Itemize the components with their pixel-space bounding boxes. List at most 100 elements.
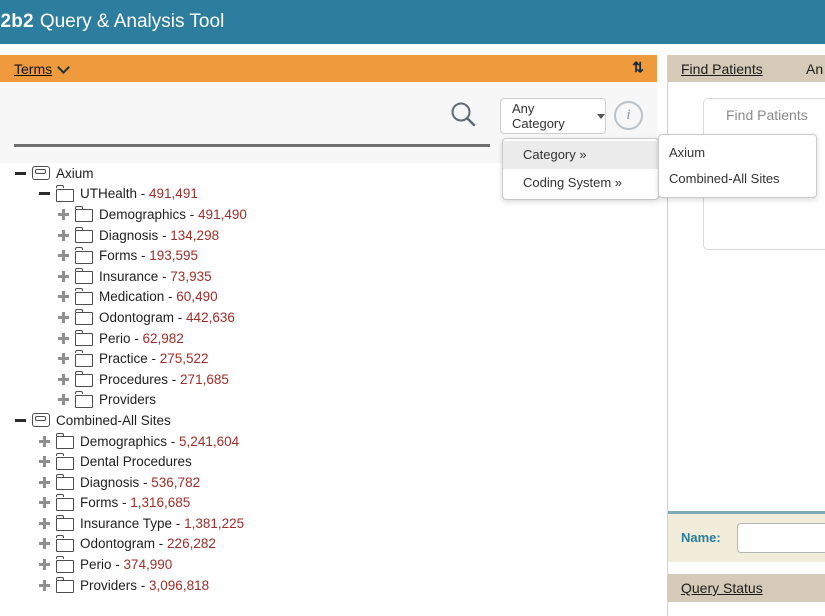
tree-item-forms[interactable]: Forms - 193,595 xyxy=(0,245,657,266)
tab-find-patients[interactable]: Find Patients xyxy=(726,107,825,123)
menu-item-category[interactable]: Category » xyxy=(503,141,658,169)
tree-item-count: 3,096,818 xyxy=(149,578,209,593)
expand-icon[interactable] xyxy=(57,352,70,365)
tree-item-count: 491,491 xyxy=(149,186,198,201)
tree-item-providers[interactable]: Providers - 3,096,818 xyxy=(0,575,657,596)
tree-item-odontogram[interactable]: Odontogram - 442,636 xyxy=(0,307,657,328)
tree-item-label: Procedures - xyxy=(99,372,180,387)
tree-item-label: Demographics - xyxy=(99,207,198,222)
tree-item-label: Combined-All Sites xyxy=(56,413,171,428)
tree-item-label: Medication - xyxy=(99,289,176,304)
chevron-down-icon xyxy=(57,61,70,74)
tree-item-practice[interactable]: Practice - 275,522 xyxy=(0,348,657,369)
folder-icon xyxy=(75,395,93,408)
query-status-link[interactable]: Query Status xyxy=(681,580,763,596)
tree-item-count: 491,490 xyxy=(198,207,247,222)
terms-menu-link[interactable]: Terms xyxy=(14,61,52,77)
menu-item-coding-system[interactable]: Coding System » xyxy=(503,169,658,197)
collapse-icon[interactable] xyxy=(14,167,27,180)
folder-icon xyxy=(56,457,74,470)
tree-item-count: 442,636 xyxy=(186,310,235,325)
expand-icon[interactable] xyxy=(38,517,51,530)
info-icon[interactable]: i xyxy=(614,101,643,130)
folder-icon xyxy=(56,498,74,511)
tree-item-demographics[interactable]: Demographics - 5,241,604 xyxy=(0,431,657,452)
search-input[interactable] xyxy=(14,102,448,144)
tree-item-count: 134,298 xyxy=(170,228,219,243)
tree-item-forms[interactable]: Forms - 1,316,685 xyxy=(0,493,657,514)
tree-item-dental-procedures[interactable]: Dental Procedures xyxy=(0,451,657,472)
submenu-item-combined-all-sites[interactable]: Combined-All Sites xyxy=(659,166,816,192)
tree-item-medication[interactable]: Medication - 60,490 xyxy=(0,287,657,308)
folder-icon xyxy=(56,560,74,573)
folder-icon xyxy=(75,354,93,367)
tree-item-providers[interactable]: Providers xyxy=(0,390,657,411)
expand-icon[interactable] xyxy=(57,290,70,303)
tree-item-count: 1,381,225 xyxy=(184,516,244,531)
tree-item-count: 271,685 xyxy=(180,372,229,387)
tree-item-demographics[interactable]: Demographics - 491,490 xyxy=(0,204,657,225)
tree-item-label: Axium xyxy=(56,166,94,181)
expand-icon[interactable] xyxy=(57,270,70,283)
tree-item-insurance-type[interactable]: Insurance Type - 1,381,225 xyxy=(0,513,657,534)
menu-find-patients[interactable]: Find Patients xyxy=(681,61,763,77)
page-title: Query & Analysis Tool xyxy=(40,11,224,33)
submenu-item-axium[interactable]: Axium xyxy=(659,140,816,166)
expand-icon[interactable] xyxy=(38,455,51,468)
tree-item-count: 226,282 xyxy=(167,536,216,551)
search-icon[interactable] xyxy=(448,99,478,134)
expand-icon[interactable] xyxy=(38,579,51,592)
tree-item-diagnosis[interactable]: Diagnosis - 134,298 xyxy=(0,225,657,246)
terms-tree: Axium UTHealth - 491,491 Demographics - 49… xyxy=(0,163,657,595)
expand-icon[interactable] xyxy=(57,229,70,242)
terms-panel-header: Terms ⇅ xyxy=(0,55,657,82)
tree-item-label: UTHealth - xyxy=(80,186,149,201)
expand-icon[interactable] xyxy=(57,393,70,406)
tree-item-odontogram[interactable]: Odontogram - 226,282 xyxy=(0,534,657,555)
folder-icon xyxy=(75,230,93,243)
expand-icon[interactable] xyxy=(38,537,51,550)
app-logo: i2b2 xyxy=(0,11,34,33)
collapse-icon[interactable] xyxy=(14,414,27,427)
expand-icon[interactable] xyxy=(57,311,70,324)
expand-icon[interactable] xyxy=(38,496,51,509)
tree-item-label: Perio - xyxy=(99,331,143,346)
query-name-label: Name: xyxy=(681,530,721,545)
folder-icon xyxy=(75,209,93,222)
folder-icon xyxy=(75,292,93,305)
search-underline xyxy=(14,144,490,147)
query-name-input[interactable] xyxy=(737,523,825,553)
cabinet-icon xyxy=(32,413,50,427)
expand-icon[interactable] xyxy=(38,558,51,571)
panel-resize-icon[interactable]: ⇅ xyxy=(632,59,644,76)
tree-item-diagnosis[interactable]: Diagnosis - 536,782 xyxy=(0,472,657,493)
folder-icon xyxy=(75,333,93,346)
tree-item-combined-all-sites[interactable]: Combined-All Sites xyxy=(0,410,657,431)
caret-down-icon xyxy=(597,114,605,119)
tree-item-label: Demographics - xyxy=(80,434,179,449)
tree-item-perio[interactable]: Perio - 374,990 xyxy=(0,554,657,575)
tree-item-count: 60,490 xyxy=(176,289,217,304)
menu-analysis-tools-clipped[interactable]: An xyxy=(806,61,823,77)
tree-item-count: 536,782 xyxy=(151,475,200,490)
tree-item-label: Forms - xyxy=(80,495,130,510)
expand-icon[interactable] xyxy=(57,208,70,221)
expand-icon[interactable] xyxy=(57,373,70,386)
tree-item-procedures[interactable]: Procedures - 271,685 xyxy=(0,369,657,390)
tree-item-insurance[interactable]: Insurance - 73,935 xyxy=(0,266,657,287)
right-panel-menubar: Find Patients An xyxy=(668,55,825,82)
i2b2-app: i2b2 Query & Analysis Tool Terms ⇅ Any C… xyxy=(0,0,825,616)
expand-icon[interactable] xyxy=(38,476,51,489)
tree-item-label: Insurance - xyxy=(99,269,170,284)
category-submenu: AxiumCombined-All Sites xyxy=(658,134,817,198)
expand-icon[interactable] xyxy=(38,435,51,448)
collapse-icon[interactable] xyxy=(38,187,51,200)
expand-icon[interactable] xyxy=(57,332,70,345)
tree-item-label: Diagnosis - xyxy=(99,228,170,243)
expand-icon[interactable] xyxy=(57,249,70,262)
tree-item-perio[interactable]: Perio - 62,982 xyxy=(0,328,657,349)
folder-icon xyxy=(56,518,74,531)
category-filter-button[interactable]: Any Category xyxy=(500,98,606,134)
tree-item-label: Diagnosis - xyxy=(80,475,151,490)
tree-item-count: 1,316,685 xyxy=(130,495,190,510)
